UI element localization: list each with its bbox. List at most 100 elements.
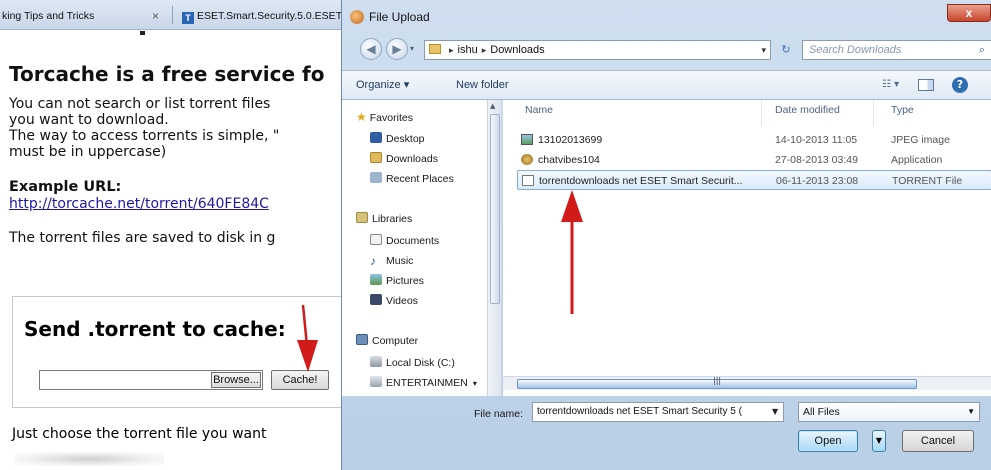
videos-icon: [370, 294, 382, 305]
file-list: Name Date modified Type 13102013699 14-1…: [503, 100, 991, 396]
computer-icon: [356, 334, 368, 345]
cancel-button[interactable]: Cancel: [902, 430, 974, 452]
firefox-icon: [350, 10, 364, 24]
tab-bar: king Tips and Tricks × T ESET.Smart.Secur…: [0, 0, 352, 30]
file-list-hscrollbar[interactable]: |||: [503, 376, 991, 390]
chevron-down-icon[interactable]: ▾: [473, 379, 477, 388]
example-url-link[interactable]: http://torcache.net/torrent/640FE84C: [9, 196, 352, 212]
nav-recent-places[interactable]: Recent Places: [370, 172, 454, 186]
breadcrumb-separator-icon: ▸: [481, 45, 487, 55]
command-bar: Organize ▾ New folder ☷ ▾ ?: [342, 70, 991, 100]
star-icon: ★: [356, 110, 367, 124]
pictures-icon: [370, 274, 382, 285]
chevron-down-icon[interactable]: ▼: [967, 403, 975, 421]
views-icon[interactable]: ☷ ▾: [882, 79, 899, 90]
intro-line-4: must be in uppercase): [9, 144, 167, 160]
blurred-text: [14, 452, 164, 466]
preview-pane-icon[interactable]: [918, 79, 934, 91]
open-button[interactable]: Open: [798, 430, 858, 452]
forward-arrow-icon[interactable]: ▶: [386, 38, 408, 60]
scroll-up-icon[interactable]: ▲: [490, 102, 495, 110]
nav-computer[interactable]: Computer: [356, 334, 418, 348]
intro-line-3: The way to access torrents is simple, ": [9, 128, 280, 144]
page-title: Torcache is a free service fo: [9, 62, 325, 86]
search-icon[interactable]: ⌕: [979, 41, 985, 59]
browse-button[interactable]: Browse...: [211, 372, 261, 388]
tab-tips-and-tricks[interactable]: king Tips and Tricks ×: [0, 5, 175, 27]
close-icon[interactable]: x: [947, 4, 991, 22]
nav-pictures[interactable]: Pictures: [370, 274, 424, 288]
breadcrumb-ishu[interactable]: ishu: [458, 44, 478, 56]
file-name: 13102013699: [538, 134, 603, 146]
column-header-name[interactable]: Name: [525, 104, 553, 116]
organize-menu[interactable]: Organize ▾: [356, 71, 409, 99]
navigation-pane: ★ Favorites Desktop Downloads Recent Plac…: [342, 100, 502, 396]
nav-favorites[interactable]: ★ Favorites: [356, 110, 413, 125]
nav-music[interactable]: ♪ Music: [370, 254, 413, 268]
file-name-input[interactable]: torrentdownloads net ESET Smart Security…: [532, 402, 784, 422]
example-url-label: Example URL:: [9, 179, 122, 195]
file-date: 14-10-2013 11:05: [775, 134, 858, 146]
downloads-folder-icon: [370, 152, 382, 163]
file-type-select[interactable]: All Files ▼: [798, 402, 980, 422]
search-input[interactable]: Search Downloads ⌕: [802, 40, 991, 60]
file-upload-dialog: File Upload x ◀ ▶ ▾ ▸ ishu ▸ Downloads ▾ ↻ …: [341, 0, 991, 470]
back-arrow-icon[interactable]: ◀: [360, 38, 382, 60]
folder-icon: [429, 44, 441, 54]
music-icon: ♪: [370, 254, 376, 268]
nav-scrollbar[interactable]: ▲: [487, 100, 501, 396]
application-icon: [521, 154, 533, 165]
intro-line-2: you want to download.: [9, 112, 169, 128]
nav-downloads[interactable]: Downloads: [370, 152, 438, 166]
cache-submit-button[interactable]: Cache!: [271, 370, 329, 390]
search-placeholder: Search Downloads: [809, 44, 902, 56]
disk-icon: [370, 376, 382, 387]
desktop-icon: [370, 132, 382, 143]
tab-divider: [172, 6, 173, 24]
file-name: torrentdownloads net ESET Smart Securit.…: [539, 175, 743, 187]
file-type: TORRENT File: [892, 175, 963, 187]
file-name: chatvibes104: [538, 154, 600, 166]
recent-locations-icon[interactable]: ▾: [410, 44, 414, 53]
file-date: 27-08-2013 03:49: [775, 154, 858, 166]
address-bar[interactable]: ▸ ishu ▸ Downloads ▾: [424, 40, 771, 60]
nav-videos[interactable]: Videos: [370, 294, 418, 308]
refresh-icon[interactable]: ↻: [775, 40, 797, 60]
column-divider[interactable]: [873, 100, 874, 126]
instructions-text: Just choose the torrent file you want: [12, 426, 267, 442]
open-options-chevron-icon[interactable]: ▼: [872, 430, 886, 452]
breadcrumb-downloads[interactable]: Downloads: [490, 44, 544, 56]
nav-local-disk[interactable]: Local Disk (C:): [370, 356, 455, 370]
chevron-down-icon[interactable]: ▼: [772, 407, 778, 416]
tab-eset[interactable]: T ESET.Smart.Security.5.0.ESET: [182, 5, 352, 27]
file-row[interactable]: 13102013699 14-10-2013 11:05 JPEG image: [517, 130, 991, 150]
recent-places-icon: [370, 172, 382, 183]
file-row[interactable]: chatvibes104 27-08-2013 03:49 Applicatio…: [517, 150, 991, 170]
nav-documents[interactable]: Documents: [370, 234, 439, 248]
chevron-down-icon[interactable]: ▾: [761, 41, 766, 59]
tab-label: king Tips and Tricks: [2, 10, 95, 22]
browser-window: king Tips and Tricks × T ESET.Smart.Secur…: [0, 0, 352, 470]
tab-close-icon[interactable]: ×: [152, 5, 159, 27]
new-folder-button[interactable]: New folder: [456, 71, 509, 99]
cache-form-box: Send .torrent to cache: Browse... Cache!: [12, 296, 352, 408]
nav-libraries[interactable]: Libraries: [356, 212, 412, 226]
nav-desktop[interactable]: Desktop: [370, 132, 425, 146]
libraries-icon: [356, 212, 368, 223]
scroll-grip-icon: |||: [713, 376, 722, 385]
file-row-selected[interactable]: torrentdownloads net ESET Smart Securit.…: [517, 170, 991, 190]
documents-icon: [370, 234, 382, 245]
torrent-file-icon: [522, 175, 534, 186]
column-divider[interactable]: [761, 100, 762, 126]
saved-files-text: The torrent files are saved to disk in g: [9, 230, 276, 246]
column-header-date[interactable]: Date modified: [775, 104, 840, 116]
navigation-row: ◀ ▶ ▾ ▸ ishu ▸ Downloads ▾ ↻ Search Downloa…: [342, 34, 991, 64]
torcache-favicon-icon: T: [182, 12, 194, 24]
dialog-title-text: File Upload: [369, 10, 430, 24]
cache-form-title: Send .torrent to cache:: [24, 317, 286, 341]
column-header-type[interactable]: Type: [891, 104, 914, 116]
torrent-file-input[interactable]: Browse...: [39, 370, 263, 390]
help-icon[interactable]: ?: [952, 77, 968, 93]
nav-entertainment[interactable]: ENTERTAINMEN ▾: [370, 376, 477, 391]
nav-scrollbar-thumb[interactable]: [490, 114, 500, 304]
